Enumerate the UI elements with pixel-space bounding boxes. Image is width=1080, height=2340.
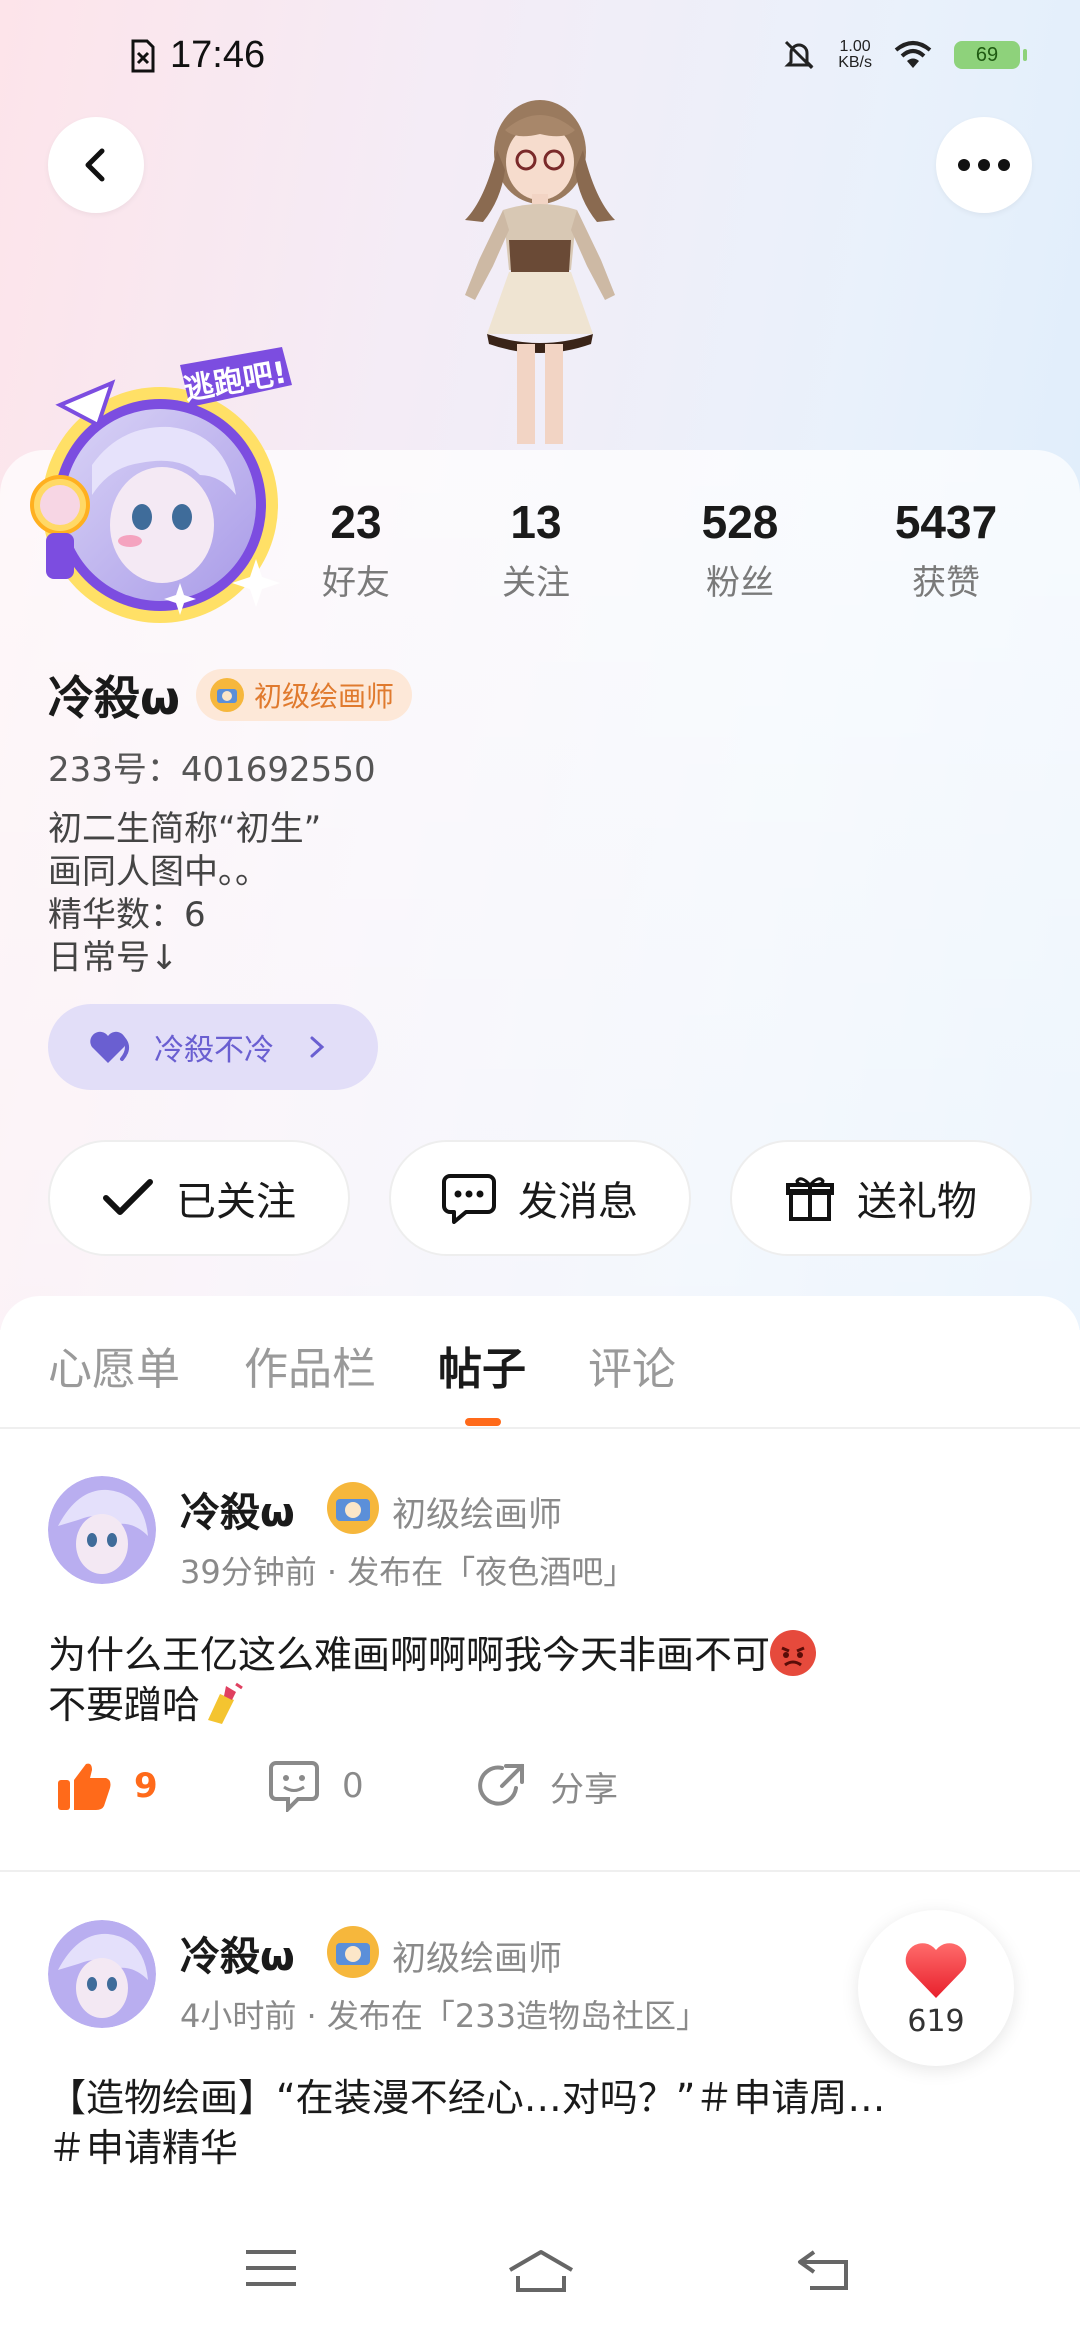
net-speed-value: 1.00	[839, 38, 871, 55]
painter-badge-icon	[209, 678, 244, 712]
profile-avatar[interactable]: 逃跑吧!	[30, 345, 300, 635]
mute-bell-icon	[784, 40, 814, 70]
chevron-right-icon	[310, 1036, 325, 1058]
gift-label: 送礼物	[857, 1179, 977, 1225]
chat-bubble-icon	[442, 1174, 496, 1224]
following-button[interactable]: 已关注	[48, 1140, 350, 1256]
wifi-icon	[894, 41, 932, 68]
post-meta: 4小时前 · 发布在「233造物岛社区」	[180, 1997, 708, 2035]
post-divider	[0, 1870, 1080, 1872]
tab-comments[interactable]: 评论	[588, 1333, 676, 1397]
post-author-level: 初级绘画师	[392, 1495, 562, 1535]
clock: 17:46	[170, 34, 266, 76]
home-button[interactable]	[506, 2248, 576, 2298]
like-button[interactable]: 9	[56, 1760, 158, 1812]
tabs-divider	[0, 1427, 1080, 1429]
floating-like-button[interactable]: 619	[858, 1910, 1014, 2066]
stat-label: 获赞	[912, 563, 980, 603]
gift-button[interactable]: 送礼物	[730, 1140, 1032, 1256]
avatar-3d-figure[interactable]	[405, 90, 675, 450]
level-badge[interactable]: 初级绘画师	[195, 669, 412, 721]
bio-line: 日常号↓	[48, 938, 179, 978]
post-actions: 9 0 分享	[0, 1760, 1080, 1840]
tab-works[interactable]: 作品栏	[244, 1333, 376, 1397]
profile-bio: 初二生简称“初生” 画同人图中。。 精华数：6 日常号↓	[48, 808, 321, 980]
stat-value: 5437	[894, 496, 998, 548]
comment-icon	[269, 1761, 319, 1812]
check-icon	[103, 1179, 153, 1215]
back-button[interactable]	[48, 117, 144, 213]
thumbs-up-icon	[58, 1763, 111, 1810]
bio-line: 画同人图中。。	[48, 852, 269, 892]
post-author-avatar[interactable]	[48, 1476, 156, 1584]
battery-indicator: 69	[954, 41, 1027, 69]
post-author-level: 初级绘画师	[392, 1939, 562, 1979]
post-content[interactable]: 为什么王亿这么难画啊啊啊我今天非画不可 不要蹭哈	[48, 1630, 817, 1730]
menu-icon	[246, 2250, 296, 2286]
heart-icon	[905, 1942, 967, 1998]
comment-count: 0	[342, 1766, 364, 1806]
post-content-line: 不要蹭哈	[48, 1683, 201, 1727]
share-button[interactable]: 分享	[476, 1760, 618, 1812]
profile-stats: 23 好友 13 关注 528 粉丝 5437 获赞	[310, 495, 1080, 615]
tab-wishlist[interactable]: 心愿单	[48, 1333, 180, 1397]
stat-following[interactable]: 13 关注	[446, 495, 626, 604]
net-speed: 1.00 KB/s	[838, 39, 872, 71]
gift-icon	[786, 1177, 834, 1221]
home-icon	[508, 2250, 574, 2292]
relationship-pill[interactable]: 冷殺不冷	[48, 1004, 378, 1090]
post-author-avatar[interactable]	[48, 1920, 156, 2028]
more-button[interactable]	[936, 117, 1032, 213]
back-nav-button[interactable]	[796, 2248, 852, 2296]
bio-line: 初二生简称“初生”	[48, 809, 322, 849]
share-icon	[478, 1764, 524, 1806]
stat-value: 528	[701, 496, 779, 548]
back-arrow-icon	[798, 2250, 848, 2290]
heart-link-icon	[90, 1031, 129, 1063]
tab-posts[interactable]: 帖子	[438, 1333, 526, 1397]
stat-label: 粉丝	[706, 563, 774, 603]
post-content-line: 【造物绘画】“在装漫不经心…对吗？”＃申请周…	[48, 2076, 886, 2120]
painter-badge-icon	[327, 1926, 379, 1978]
painter-badge-icon	[327, 1482, 379, 1534]
stat-label: 好友	[322, 563, 390, 603]
nail-polish-icon	[208, 1682, 243, 1724]
system-nav-bar	[0, 2208, 1080, 2340]
recents-button[interactable]	[244, 2248, 298, 2292]
stat-fans[interactable]: 528 粉丝	[650, 495, 830, 604]
chevron-left-icon	[85, 148, 105, 182]
active-tab-indicator	[465, 1418, 501, 1426]
user-id: 233号：401692550	[48, 750, 376, 790]
floating-like-count: 619	[907, 2003, 965, 2039]
sim-off-icon	[131, 39, 155, 72]
stat-label: 关注	[502, 563, 570, 603]
post-meta: 39分钟前 · 发布在「夜色酒吧」	[180, 1553, 636, 1591]
status-right: 1.00 KB/s 69	[782, 38, 1027, 72]
profile-name-row: 冷殺ω 初级绘画师	[48, 662, 412, 728]
status-left: 17:46	[130, 34, 265, 77]
message-label: 发消息	[518, 1179, 638, 1225]
comment-button[interactable]: 0	[268, 1760, 364, 1812]
post-author-name[interactable]: 冷殺ω	[180, 1480, 295, 1538]
share-label: 分享	[550, 1769, 618, 1810]
stat-likes[interactable]: 5437 获赞	[856, 495, 1036, 604]
stat-friends[interactable]: 23 好友	[266, 495, 446, 604]
post-content-line: 为什么王亿这么难画啊啊啊我今天非画不可	[48, 1633, 771, 1677]
stat-value: 13	[510, 496, 562, 548]
message-button[interactable]: 发消息	[389, 1140, 691, 1256]
following-label: 已关注	[176, 1179, 296, 1225]
relationship-label: 冷殺不冷	[154, 1033, 274, 1068]
stat-value: 23	[330, 496, 382, 548]
more-horizontal-icon	[958, 159, 1010, 171]
post-content[interactable]: 【造物绘画】“在装漫不经心…对吗？”＃申请周… ＃申请精华	[48, 2073, 885, 2173]
like-count: 9	[134, 1766, 158, 1806]
bio-line: 精华数：6	[48, 895, 206, 935]
post-author-name[interactable]: 冷殺ω	[180, 1924, 295, 1982]
net-speed-unit: KB/s	[838, 54, 872, 71]
profile-name: 冷殺ω	[48, 671, 180, 725]
angry-face-icon	[770, 1630, 817, 1676]
level-badge-label: 初级绘画师	[253, 680, 394, 713]
post-content-line: ＃申请精华	[48, 2126, 239, 2170]
